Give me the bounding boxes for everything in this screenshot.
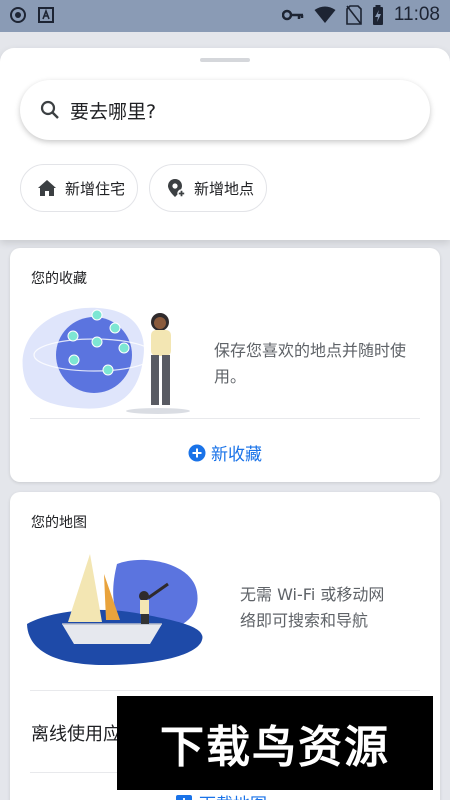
add-place-label: 新增地点 xyxy=(194,179,255,198)
home-icon xyxy=(38,180,56,196)
no-sim-icon xyxy=(346,5,362,25)
new-favorite-button[interactable]: 新收藏 xyxy=(188,440,262,465)
status-right-icons: 11:08 xyxy=(281,4,440,26)
status-clock: 11:08 xyxy=(393,4,440,25)
battery-charging-icon xyxy=(372,5,383,25)
favorites-title: 您的收藏 xyxy=(31,271,87,287)
add-place-button[interactable]: 新增地点 xyxy=(149,164,267,212)
status-bar: 11:08 xyxy=(0,0,450,32)
watermark-overlay: 下载鸟资源 xyxy=(117,696,433,790)
offline-maps-illustration xyxy=(27,554,203,666)
drag-handle[interactable] xyxy=(200,58,250,62)
download-map-button[interactable]: 下载地图 xyxy=(175,790,267,800)
add-location-icon xyxy=(168,179,186,198)
offline-maps-description-line2: 络即可搜索和导航 xyxy=(240,611,369,630)
search-input[interactable]: 要去哪里? xyxy=(70,97,156,124)
search-icon xyxy=(40,100,59,119)
add-circle-icon xyxy=(188,444,206,461)
favorites-description-line2: 用。 xyxy=(214,367,247,386)
offline-maps-divider xyxy=(30,690,420,691)
watermark-text: 下载鸟资源 xyxy=(160,722,390,773)
vpn-key-icon xyxy=(281,9,304,21)
favorites-card: 您的收藏 保存您喜欢的地点并随时使 用。 新收藏 xyxy=(10,248,440,482)
download-map-label: 下载地图 xyxy=(199,790,267,800)
download-map-icon xyxy=(176,794,192,800)
a-box-icon xyxy=(38,7,54,23)
add-home-button[interactable]: 新增住宅 xyxy=(20,164,138,212)
search-bar[interactable]: 要去哪里? xyxy=(20,80,430,140)
favorites-illustration xyxy=(22,307,190,414)
favorites-description-line1: 保存您喜欢的地点并随时使 xyxy=(214,341,407,360)
new-favorite-label: 新收藏 xyxy=(211,445,262,465)
offline-maps-description-line1: 无需 Wi-Fi 或移动网 xyxy=(240,585,385,604)
add-home-label: 新增住宅 xyxy=(65,179,126,198)
offline-maps-title: 您的地图 xyxy=(31,515,87,531)
offline-use-label[interactable]: 离线使用应 xyxy=(31,720,121,746)
shield-icon xyxy=(10,7,26,23)
favorites-divider xyxy=(30,418,420,419)
wifi-icon xyxy=(314,6,336,23)
status-left-icons xyxy=(10,7,54,23)
search-sheet: 要去哪里? 新增住宅 新增地点 xyxy=(0,48,450,240)
